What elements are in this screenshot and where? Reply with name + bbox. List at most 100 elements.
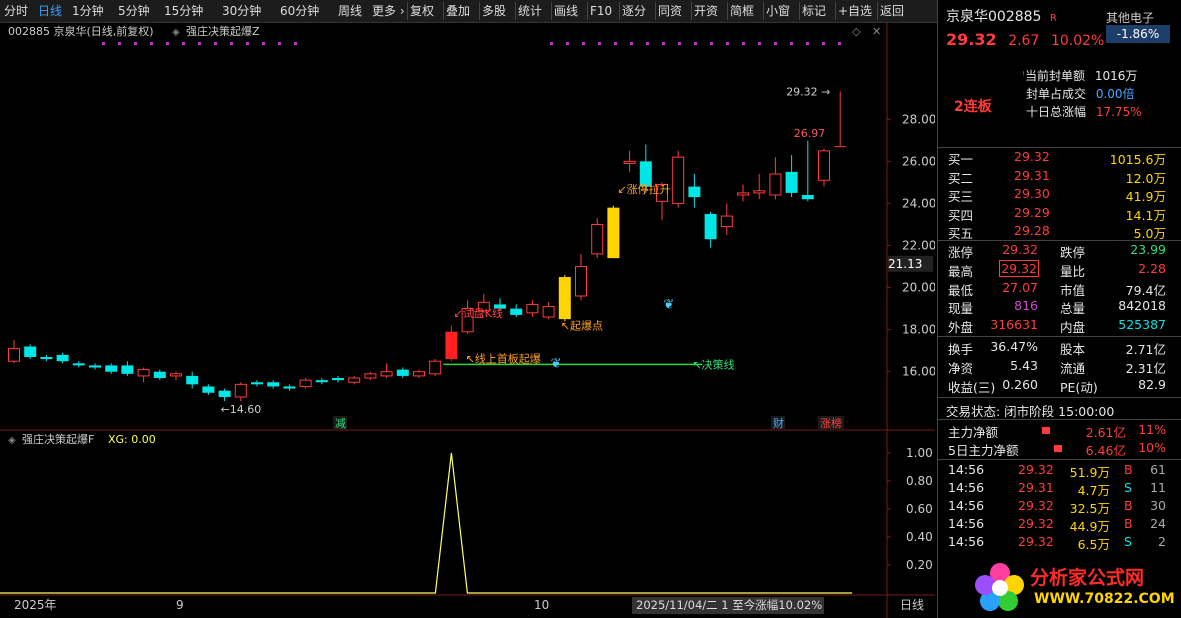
rz-badge: R [1049,13,1057,24]
candle [542,302,555,320]
signal-dot [790,42,793,45]
toolbar-tab-2[interactable]: 1分钟 [72,2,104,20]
logo-name: 分析家公式网 [1030,567,1145,589]
candle [688,173,701,208]
chart-area[interactable]: 002885 京泉华(日线,前复权) 强庄决策起爆Z ◈ ◇ ✕ 28.00 26.00 24… [0,23,935,618]
candle [753,173,766,200]
toolbar-tab-4[interactable]: 15分钟 [164,2,203,20]
cursor-status: 2025/11/04/二 1 至今涨幅10.02% [636,598,822,612]
toolbar-button-11[interactable]: 标记 [802,2,826,20]
toolbar-button-10[interactable]: 小窗 [766,2,790,20]
tick-row[interactable]: 14:56 29.32 32.5万 B 30 [938,498,1176,516]
tick-row[interactable]: 14:56 29.32 44.9万 B 24 [938,516,1176,534]
prev-high-marker: 26.97 [794,127,826,140]
event-rank-marker[interactable]: 涨榜 [820,416,842,430]
candle [137,367,150,383]
candle [251,380,263,387]
event-finance-marker[interactable]: 财 [773,416,784,430]
stat-row: 最低 27.07 市值 79.4亿 [948,279,1166,298]
candle [186,371,199,389]
bid-row[interactable]: 买一 29.32 1015.6万 [938,149,1176,167]
bid-row[interactable]: 买四 29.29 14.1万 [938,205,1176,223]
signal-dot [182,42,185,45]
bid-row[interactable]: 买五 29.28 5.0万 [938,223,1176,241]
toolbar-tab-3[interactable]: 5分钟 [118,2,150,20]
toolbar-button-13[interactable]: 返回 [880,2,904,20]
candle [105,363,118,374]
diamond-icon[interactable]: ◇ [852,25,861,38]
candle [315,378,328,385]
candle [623,150,636,172]
sub-indicator-name[interactable]: 强庄决策起爆F [22,432,94,446]
candle [575,253,587,301]
sub-settings-icon[interactable]: ◈ [8,435,16,446]
bid-row[interactable]: 买三 29.30 41.9万 [938,186,1176,204]
toolbar-tab-8[interactable]: 更多 › [372,2,405,20]
bid-row[interactable]: 买二 29.31 12.0万 [938,168,1176,186]
signal-dot [758,42,761,45]
chart-title: 002885 京泉华(日线,前复权) [8,24,154,38]
toolbar-tab-6[interactable]: 60分钟 [280,2,319,20]
signal-dot [198,42,201,45]
toolbar-tab-7[interactable]: 周线 [338,2,362,20]
toolbar-button-8[interactable]: 开资 [694,2,718,20]
seal-ratio-row: 封单占成交 0.00倍 [1026,87,1135,101]
signal-dot [838,42,841,45]
signal-dot [550,42,553,45]
signal-dot [294,42,297,45]
toolbar-tab-0[interactable]: 分时 [4,2,28,20]
signal-dot [230,42,233,45]
candle [24,344,37,360]
candle [218,388,231,402]
signal-dot [134,42,137,45]
candle [234,382,247,402]
indicator-settings-icon[interactable]: ◈ [172,27,180,38]
toolbar-button-0[interactable]: 复权 [410,2,434,20]
candle [332,375,344,383]
toolbar-button-12[interactable]: +自选 [838,2,872,20]
toolbar-button-4[interactable]: 画线 [554,2,578,20]
candle [8,340,20,364]
toolbar-button-2[interactable]: 多股 [482,2,506,20]
price-axis-label: 18.00 [902,323,935,337]
toolbar-tab-1[interactable]: 日线 [38,2,62,20]
low-price-marker: ←14.60 [221,403,262,416]
candle [170,371,182,381]
candle [591,218,604,259]
butterfly-icon: ❦ [663,298,674,313]
candle [396,367,409,379]
period-label[interactable]: 日线 [900,598,924,612]
toolbar-button-5[interactable]: F10 [590,2,612,20]
current-price-tag: 21.13 [888,257,922,271]
flower-logo-icon [975,563,1024,611]
tick-row[interactable]: 14:56 29.31 4.7万 S 11 [938,480,1176,498]
price-change-pct: 10.02% [1050,33,1105,49]
trade-status: 交易状态: 闭市阶段 15:00:00 [946,404,1115,419]
toolbar-button-6[interactable]: 逐分 [622,2,646,20]
signal-dot [166,42,169,45]
sector-change-badge[interactable]: -1.86% [1106,25,1170,43]
toolbar-button-7[interactable]: 同资 [658,2,682,20]
stock-code: 002885 [988,9,1042,25]
candle [380,363,393,379]
toolbar-button-9[interactable]: 简框 [730,2,754,20]
event-reduce-marker[interactable]: 减 [335,417,346,430]
tick-row[interactable]: 14:56 29.32 6.5万 S 2 [938,534,1176,552]
flow-bar [1042,427,1050,434]
signal-dot [694,42,697,45]
tick-row[interactable]: 14:56 29.32 51.9万 B 61 [938,462,1176,480]
candle [834,91,847,148]
date-axis-label: 9 [176,598,184,612]
indicator-name[interactable]: 强庄决策起爆Z [186,24,260,38]
toolbar-button-3[interactable]: 统计 [518,2,542,20]
toolbar-button-1[interactable]: 叠加 [446,2,470,20]
toolbar-tab-5[interactable]: 30分钟 [222,2,261,20]
chart-close-icon[interactable]: ✕ [872,25,881,38]
sub-axis-label: 0.20 [906,558,933,572]
signal-dot [246,42,249,45]
candle [56,352,69,364]
sector-name[interactable]: 其他电子 [1106,9,1154,26]
signal-dot [118,42,121,45]
signal-dot [678,42,681,45]
sub-axis-label: 0.40 [906,530,933,544]
